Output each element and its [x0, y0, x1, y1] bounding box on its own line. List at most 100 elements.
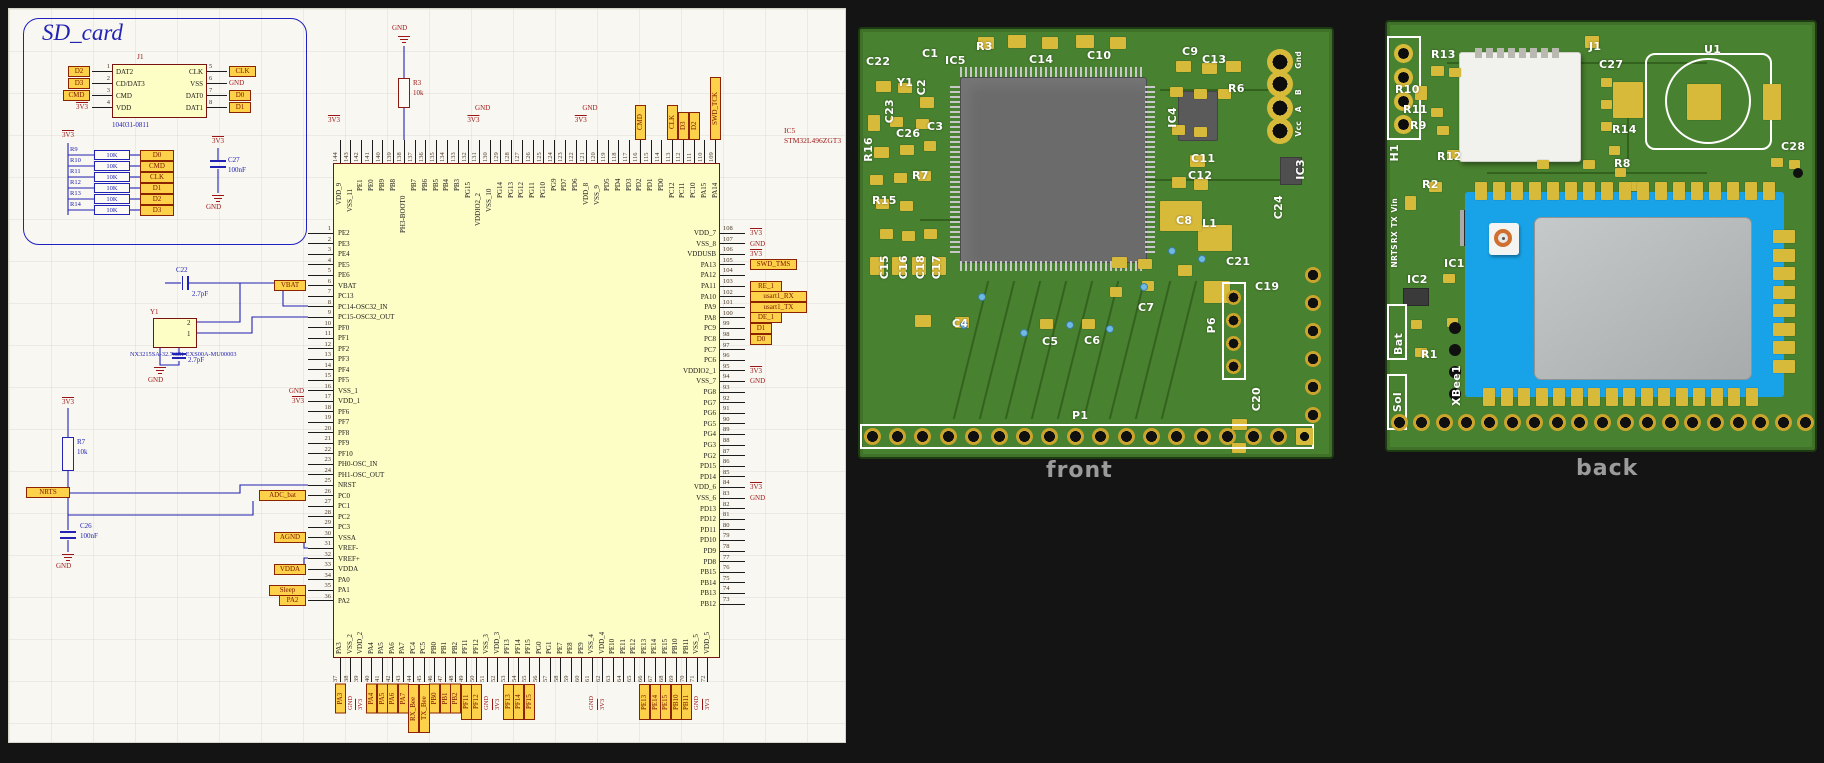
gnd-label: GND	[475, 104, 491, 112]
sd-pin-stub	[207, 70, 227, 72]
smd-pad	[1008, 35, 1026, 48]
power-3v3-label: 3V3	[750, 250, 763, 259]
mcu-pin-stub	[308, 306, 333, 307]
net-tag: PB11	[681, 684, 692, 720]
pcb-silk-label: C4	[952, 317, 969, 330]
smd-pad	[1082, 319, 1095, 329]
xbee-pad	[1773, 359, 1795, 373]
pcb-silk-label: R2	[1422, 178, 1439, 191]
sd-pin-number: 1	[106, 63, 110, 70]
smd-pad	[1170, 87, 1183, 97]
mcu-pin-name: PA2	[338, 596, 350, 605]
mcu-pin-number: 12	[324, 340, 332, 348]
xbee-pad	[1773, 304, 1795, 317]
pcb-silk-label: R1	[1421, 348, 1438, 361]
mcu-pin-number: 141	[364, 152, 372, 162]
p6-hole	[1226, 336, 1241, 351]
mcu-pin-stub	[720, 508, 745, 510]
mcu-pin-stub	[720, 582, 745, 584]
mcu-pin-name: VSS_5	[692, 634, 700, 654]
xbee-pad	[1619, 182, 1631, 200]
mcu-pin-name: PE9	[576, 642, 585, 654]
sd-socket-pin	[1475, 48, 1482, 58]
sd-pin-name: CLK	[189, 67, 203, 76]
smd-pad	[1443, 274, 1455, 283]
sd-pin-name: DAT2	[116, 67, 134, 76]
sd-card-title: SD_card	[42, 20, 123, 45]
pcb-back-board[interactable]: R13 R10 R11 R9 H1 R12 J1 C27 U1 R14 R8 C28 R2 IC1 IC2 B…	[1385, 20, 1817, 452]
mcu-pin-name: VBAT	[338, 281, 357, 290]
mcu-pin-stub	[308, 348, 333, 349]
smd-pad	[1601, 122, 1612, 131]
net-tag: PF12	[471, 684, 482, 720]
cap-value: 100nF	[228, 166, 246, 174]
cap-ref: C26	[80, 522, 92, 530]
mcu-pin-number: 58	[552, 675, 560, 683]
gnd-symbol	[158, 373, 162, 375]
cap-plate	[187, 276, 189, 290]
pcb-front-board[interactable]: C22 C1 IC5 R3 C14 C10 C9 C13 Y1 C2 C23 C26 C3 R16 R7 R1…	[858, 27, 1334, 459]
mcu-pin-name: PB7	[410, 178, 419, 191]
smd-pad	[1076, 35, 1094, 48]
gnd-symbol	[154, 367, 166, 369]
cap-plate	[172, 353, 186, 355]
sd-pin-stub	[92, 82, 112, 84]
net-tag: RX_Bee	[408, 684, 419, 733]
mcu-pin-name: PF8	[338, 428, 350, 437]
mcu-pin-stub	[720, 550, 745, 552]
smd-pad	[900, 201, 913, 211]
pcb-silk-label: C7	[1138, 301, 1155, 314]
edge-hole	[1458, 414, 1476, 431]
mcu-pin-name: PC11	[678, 182, 687, 198]
mcu-pin-name: VDD_5	[702, 631, 711, 654]
mcu-pin-name: PF9	[338, 439, 350, 447]
sd-pin-name: CMD	[116, 91, 132, 100]
mcu-pin-number: 11	[324, 330, 331, 337]
mcu-pin-name: VSS_10	[485, 188, 494, 212]
gnd-label: GND	[288, 386, 304, 395]
pcb-silk-label: Sol	[1391, 392, 1404, 413]
p1-pad-square	[1295, 428, 1313, 445]
mcu-pin-stub	[720, 571, 745, 573]
mcu-pin-name: PD11	[700, 525, 716, 534]
xbee-pad	[1773, 267, 1795, 280]
mcu-pin-name: VSS_11	[345, 188, 354, 212]
xbee-pad	[1475, 182, 1487, 200]
net-tag: NRTS	[26, 487, 70, 498]
resistor-ref: R11	[70, 168, 81, 175]
mcu-pin-name: PC6	[703, 356, 716, 365]
sd-connector-part: 104031-0811	[112, 121, 150, 129]
pcb-silk-label: IC5	[945, 54, 966, 67]
smd-pad	[894, 173, 907, 183]
mcu-pin-number: 125	[535, 152, 543, 162]
mcu-pin-stub	[720, 253, 745, 255]
pcb-silk-label: H1	[1388, 144, 1401, 162]
mcu-pin-number: 31	[324, 540, 332, 547]
mcu-pin-name: PF11	[461, 639, 469, 654]
mcu-pin-name: VDD_4	[597, 631, 606, 654]
hole	[1305, 323, 1321, 339]
mcu-pin-number: 73	[723, 596, 730, 603]
sd-connector-designator: J1	[137, 52, 144, 61]
mcu-pin-name: PF14	[513, 639, 522, 654]
xbee-pad	[1553, 388, 1565, 406]
net-tag: RE_1	[750, 280, 782, 292]
smd-pad	[1138, 259, 1152, 269]
mcu-pin-name: VSS_3	[482, 634, 490, 654]
p1-hole	[1193, 428, 1211, 445]
mcu-pin-number: 77	[723, 553, 730, 561]
via	[1198, 255, 1206, 263]
p6-hole	[1226, 359, 1241, 374]
qfp-pins-left	[950, 85, 960, 253]
mcu-pin-name: VSS_1	[338, 386, 358, 395]
mcu-pin-name: PE6	[338, 271, 350, 279]
mcu-pin-number: 138	[396, 152, 404, 162]
power-3v3-label: 3V3	[493, 698, 501, 710]
mcu-pin-number: 20	[324, 424, 332, 432]
pcb-silk-label: R16	[862, 137, 875, 162]
pcb-silk-label: C14	[1029, 53, 1054, 66]
p1-hole	[1066, 428, 1084, 445]
sd-socket-pin	[1497, 48, 1504, 58]
p6-hole	[1226, 313, 1241, 328]
mcu-pin-stub	[360, 140, 362, 163]
